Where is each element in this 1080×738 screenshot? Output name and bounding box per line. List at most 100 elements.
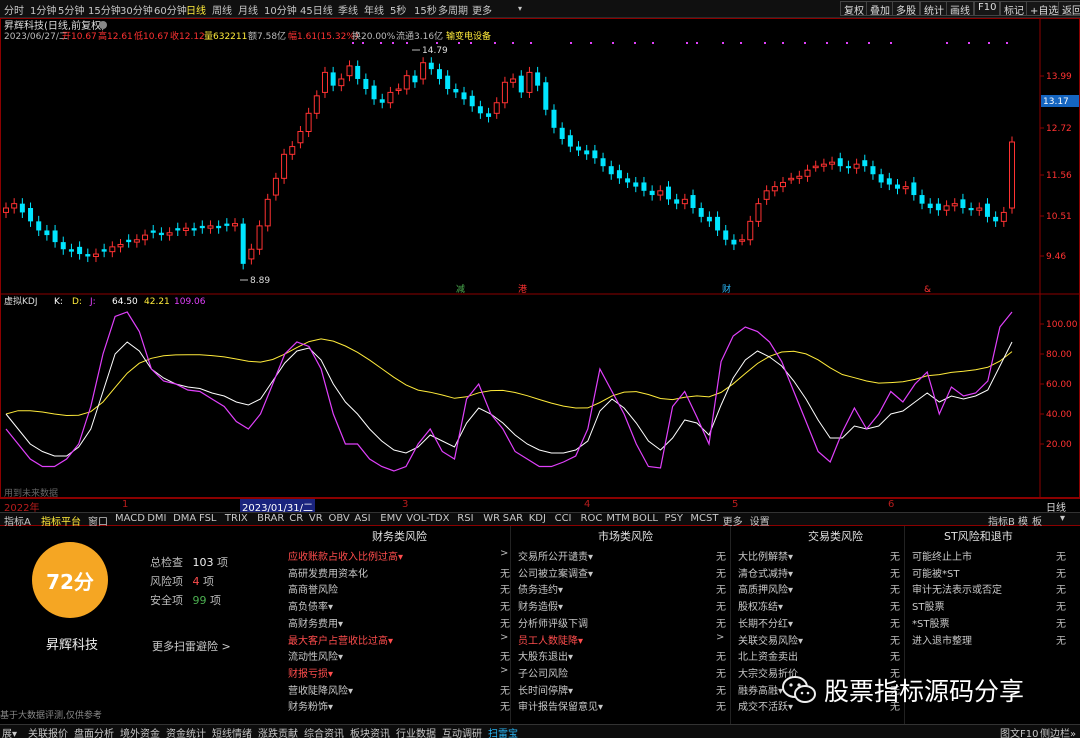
indicator-tab[interactable]: OBV	[329, 513, 350, 524]
risk-item-label[interactable]: 公司被立案调查▾	[518, 565, 593, 580]
risk-item-label[interactable]: 财务粉饰▾	[288, 698, 333, 713]
risk-item-label[interactable]: 可能被*ST	[912, 565, 959, 580]
indicator-tab[interactable]: VOL-TDX	[406, 513, 449, 524]
risk-item-value[interactable]: >	[500, 632, 508, 643]
indicator-tab[interactable]: VR	[309, 513, 323, 524]
risk-item-label[interactable]: 债务违约▾	[518, 581, 563, 596]
bottom-right-link[interactable]: 侧边栏»	[1040, 725, 1076, 738]
indicator-tab[interactable]: TRIX	[225, 513, 248, 524]
risk-item-label[interactable]: 高财务费用▾	[288, 615, 343, 630]
bottom-tab[interactable]: 涨跌贡献	[258, 725, 298, 738]
bottom-tab[interactable]: 关联报价	[28, 725, 68, 738]
risk-item-value[interactable]: >	[716, 632, 724, 643]
risk-item-label[interactable]: 长时间停牌▾	[518, 682, 573, 697]
settings-icon[interactable]	[99, 21, 107, 29]
risk-item-label[interactable]: 员工人数陡降▾	[518, 632, 583, 647]
period-tab[interactable]: 日线	[186, 2, 206, 17]
chevron-down-icon[interactable]: ▾	[518, 4, 522, 13]
risk-item-label[interactable]: 进入退市整理	[912, 632, 972, 647]
toolbar-button[interactable]: 复权	[840, 1, 868, 17]
toolbar-button[interactable]: +自选	[1026, 1, 1063, 17]
risk-item-value[interactable]: >	[500, 665, 508, 676]
risk-item-value[interactable]: >	[500, 548, 508, 559]
risk-item-label[interactable]: 清仓式减持▾	[738, 565, 793, 580]
risk-item-label[interactable]: 融券高融▾	[738, 682, 783, 697]
period-tab[interactable]: 5秒	[390, 2, 406, 17]
bottom-tab[interactable]: 资金统计	[166, 725, 206, 738]
risk-item-label[interactable]: 应收账款占收入比例过高▾	[288, 548, 403, 563]
bottom-tab[interactable]: 展▾	[2, 725, 17, 738]
risk-item-label[interactable]: 高商誉风险	[288, 581, 338, 596]
risk-item-label[interactable]: 流动性风险▾	[288, 648, 343, 663]
indicator-tab[interactable]: KDJ	[529, 513, 546, 524]
indicator-tab[interactable]: BOLL	[632, 513, 658, 524]
risk-item-label[interactable]: 大比例解禁▾	[738, 548, 793, 563]
period-tab[interactable]: 30分钟	[120, 2, 153, 17]
bottom-right-link[interactable]: 图文F10	[1000, 725, 1038, 738]
indicator-tab[interactable]: ASI	[354, 513, 370, 524]
period-tab[interactable]: 60分钟	[154, 2, 187, 17]
bottom-tab[interactable]: 盘面分析	[74, 725, 114, 738]
indicator-tab[interactable]: WR	[483, 513, 500, 524]
risk-item-label[interactable]: 可能终止上市	[912, 548, 972, 563]
indicator-tab[interactable]: CR	[289, 513, 303, 524]
bottom-tab[interactable]: 短线情绪	[212, 725, 252, 738]
period-tab[interactable]: 分时	[4, 2, 24, 17]
toolbar-button[interactable]: 统计	[920, 1, 948, 17]
chevron-down-icon[interactable]: ▾	[1060, 513, 1065, 524]
risk-item-label[interactable]: 高负债率▾	[288, 598, 333, 613]
risk-item-label[interactable]: 审计无法表示或否定	[912, 581, 1002, 596]
period-tab[interactable]: 月线	[238, 2, 258, 17]
risk-item-label[interactable]: 高研发费用资本化	[288, 565, 368, 580]
indicator-tab[interactable]: CCI	[555, 513, 572, 524]
risk-item-label[interactable]: 分析师评级下调	[518, 615, 588, 630]
toolbar-button[interactable]: F10	[974, 1, 1001, 16]
period-tab[interactable]: 1分钟	[30, 2, 56, 17]
risk-item-label[interactable]: *ST股票	[912, 615, 949, 630]
period-tab[interactable]: 更多	[472, 2, 492, 17]
indicator-tab[interactable]: MCST	[690, 513, 718, 524]
bottom-tab[interactable]: 板块资讯	[350, 725, 390, 738]
indicator-tab[interactable]: FSL	[199, 513, 217, 524]
period-tab[interactable]: 多周期	[438, 2, 468, 17]
risk-item-label[interactable]: 审计报告保留意见▾	[518, 698, 603, 713]
risk-item-label[interactable]: 大股东退出▾	[518, 648, 573, 663]
period-tab[interactable]: 45日线	[300, 2, 333, 17]
risk-item-label[interactable]: 高质押风险▾	[738, 581, 793, 596]
risk-item-label[interactable]: 营收陡降风险▾	[288, 682, 353, 697]
risk-item-label[interactable]: 关联交易风险▾	[738, 632, 803, 647]
bottom-tab[interactable]: 扫雷宝	[488, 725, 518, 738]
period-tab[interactable]: 季线	[338, 2, 358, 17]
indicator-tab[interactable]: SAR	[503, 513, 523, 524]
indicator-tab[interactable]: DMA	[173, 513, 196, 524]
bottom-tab[interactable]: 互动调研	[442, 725, 482, 738]
toolbar-button[interactable]: 标记	[1000, 1, 1028, 17]
indicator-tab[interactable]: ROC	[581, 513, 603, 524]
period-tab[interactable]: 年线	[364, 2, 384, 17]
toolbar-button[interactable]: 叠加	[866, 1, 894, 17]
indicator-tab[interactable]: MACD	[115, 513, 145, 524]
toolbar-button[interactable]: 多股	[892, 1, 920, 17]
risk-item-label[interactable]: 股权冻结▾	[738, 598, 783, 613]
risk-item-label[interactable]: ST股票	[912, 598, 944, 613]
indicator-tab[interactable]: PSY	[665, 513, 684, 524]
toolbar-button[interactable]: 画线	[946, 1, 974, 17]
risk-item-label[interactable]: 财务造假▾	[518, 598, 563, 613]
risk-item-label[interactable]: 北上资金卖出	[738, 648, 798, 663]
period-tab[interactable]: 周线	[212, 2, 232, 17]
period-tab[interactable]: 10分钟	[264, 2, 297, 17]
indicator-tab[interactable]: DMI	[147, 513, 166, 524]
period-tab[interactable]: 5分钟	[58, 2, 84, 17]
indicator-tab[interactable]: RSI	[457, 513, 473, 524]
risk-item-label[interactable]: 交易所公开谴责▾	[518, 548, 593, 563]
indicator-tab[interactable]: BRAR	[257, 513, 284, 524]
risk-item-label[interactable]: 财报亏损▾	[288, 665, 333, 680]
risk-item-label[interactable]: 子公司风险	[518, 665, 568, 680]
bottom-tab[interactable]: 行业数据	[396, 725, 436, 738]
toolbar-button[interactable]: 返回	[1058, 1, 1080, 17]
period-tab[interactable]: 15分钟	[88, 2, 121, 17]
bottom-tab[interactable]: 综合资讯	[304, 725, 344, 738]
risk-item-label[interactable]: 最大客户占营收比过高▾	[288, 632, 393, 647]
risk-item-label[interactable]: 长期不分红▾	[738, 615, 793, 630]
period-tab[interactable]: 15秒	[414, 2, 437, 17]
